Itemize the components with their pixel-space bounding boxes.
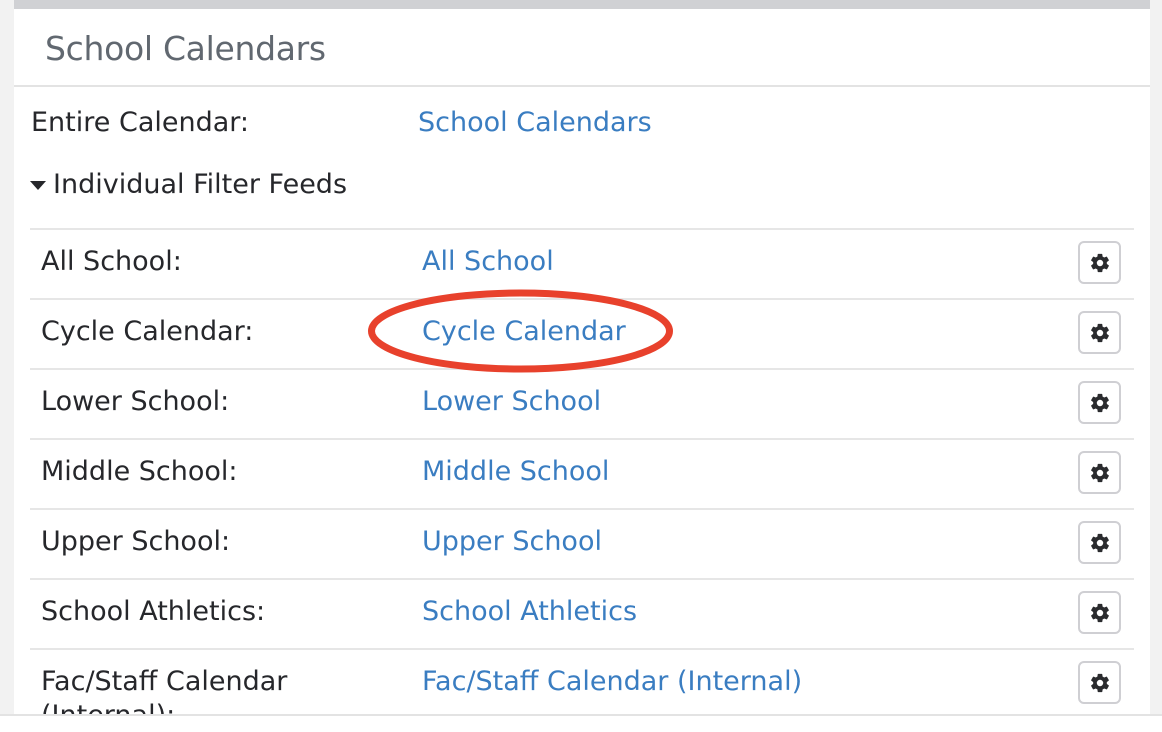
feed-label: All School: (41, 246, 182, 277)
feed-row-fac-staff-calendar-internal: Fac/Staff Calendar (Internal): Fac/Staff… (30, 648, 1134, 714)
gear-icon (1090, 253, 1109, 272)
feed-settings-button[interactable] (1078, 241, 1121, 284)
feed-settings-button[interactable] (1078, 451, 1121, 494)
page-bottom-strip (0, 716, 1162, 732)
entire-calendar-label: Entire Calendar: (31, 107, 249, 138)
feed-link[interactable]: School Athletics (422, 595, 637, 629)
feed-settings-button[interactable] (1078, 381, 1121, 424)
gear-icon (1090, 463, 1109, 482)
feed-label: School Athletics: (41, 596, 266, 627)
gear-icon (1090, 603, 1109, 622)
feed-label: Upper School: (41, 526, 231, 557)
feed-link[interactable]: Middle School (422, 455, 609, 489)
feed-link[interactable]: Fac/Staff Calendar (Internal) (422, 665, 802, 699)
feed-link[interactable]: Lower School (422, 385, 601, 419)
feed-label: Cycle Calendar: (41, 316, 254, 347)
gear-icon (1090, 533, 1109, 552)
feed-row-lower-school: Lower School: Lower School (30, 368, 1134, 438)
feed-row-all-school: All School: All School (30, 228, 1134, 298)
individual-filter-feeds-toggle[interactable]: Individual Filter Feeds (30, 169, 347, 200)
individual-filter-feeds-label: Individual Filter Feeds (53, 169, 348, 200)
caret-down-icon (30, 181, 46, 190)
feed-settings-button[interactable] (1078, 661, 1121, 704)
feed-settings-button[interactable] (1078, 521, 1121, 564)
feed-label: Fac/Staff Calendar (Internal): (41, 666, 288, 714)
feed-table: All School: All School Cycle Calendar: C… (30, 228, 1134, 714)
feed-settings-button[interactable] (1078, 591, 1121, 634)
school-calendars-panel: School Calendars Entire Calendar: School… (14, 0, 1150, 714)
feed-row-school-athletics: School Athletics: School Athletics (30, 578, 1134, 648)
feed-label: Middle School: (41, 456, 238, 487)
panel-top-border (14, 0, 1150, 9)
panel-header: School Calendars (14, 9, 1150, 87)
gear-icon (1090, 323, 1109, 342)
feed-link[interactable]: Upper School (422, 525, 602, 559)
feed-settings-button[interactable] (1078, 311, 1121, 354)
feed-row-upper-school: Upper School: Upper School (30, 508, 1134, 578)
feed-link[interactable]: Cycle Calendar (422, 315, 626, 349)
feed-label: Lower School: (41, 386, 230, 417)
panel-title: School Calendars (45, 29, 326, 68)
feed-link[interactable]: All School (422, 245, 554, 279)
gear-icon (1090, 673, 1109, 692)
entire-calendar-link[interactable]: School Calendars (418, 107, 652, 138)
gear-icon (1090, 393, 1109, 412)
feed-row-cycle-calendar: Cycle Calendar: Cycle Calendar (30, 298, 1134, 368)
feed-row-middle-school: Middle School: Middle School (30, 438, 1134, 508)
